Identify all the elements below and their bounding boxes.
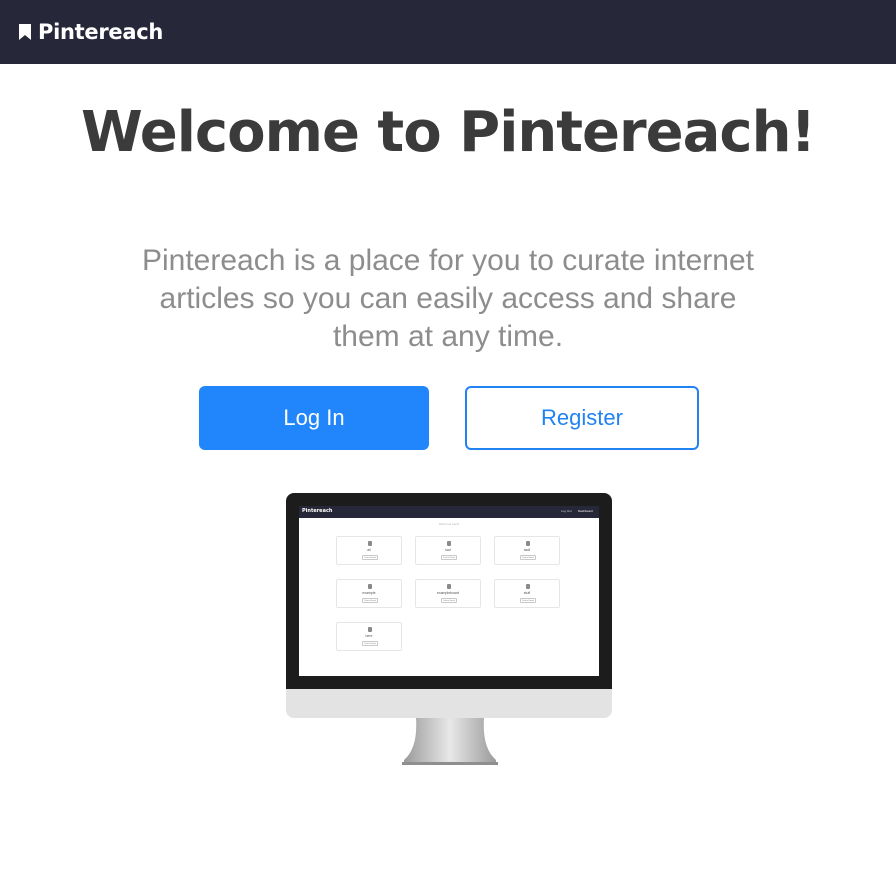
board-name: stuff: [523, 591, 531, 595]
board-name: exampleboard: [436, 591, 460, 595]
board-icon: [447, 541, 451, 546]
board-name: sad: [445, 548, 451, 552]
board-icon: [526, 541, 530, 546]
board-icon: [447, 584, 451, 589]
brand-name: Pintereach: [38, 20, 163, 44]
board-icon: [368, 627, 372, 632]
preview-board-card: example Delete Board: [336, 579, 402, 608]
board-icon: [368, 584, 372, 589]
preview-navbar: Pintereach Log Out Dashboard: [299, 506, 599, 518]
board-name: example: [362, 591, 376, 595]
top-navbar: Pintereach: [0, 0, 896, 64]
monitor-chin: [286, 689, 612, 718]
preview-board-card: sad Delete Board: [415, 536, 481, 565]
monitor-illustration: Pintereach Log Out Dashboard Welcome bac…: [286, 493, 612, 766]
delete-board-button: Delete Board: [520, 598, 536, 603]
page-title: Welcome to Pintereach!: [80, 100, 816, 165]
preview-dashboard-link: Dashboard: [578, 509, 593, 513]
page-description: Pintereach is a place for you to curate …: [141, 244, 754, 353]
brand-link[interactable]: Pintereach: [19, 18, 163, 46]
delete-board-button: Delete Board: [520, 555, 536, 560]
preview-board-card: here Delete Board: [336, 622, 402, 651]
preview-board-card: stuff Delete Board: [494, 579, 560, 608]
delete-board-button: Delete Board: [362, 641, 378, 646]
monitor-bezel: Pintereach Log Out Dashboard Welcome bac…: [286, 493, 612, 689]
preview-logout-link: Log Out: [561, 509, 572, 513]
board-icon: [526, 584, 530, 589]
delete-board-button: Delete Board: [362, 555, 378, 560]
preview-board-card: exampleboard Delete Board: [415, 579, 481, 608]
preview-board-card: asdf Delete Board: [494, 536, 560, 565]
delete-board-button: Delete Board: [362, 598, 378, 603]
bookmark-icon: [19, 24, 31, 40]
login-button[interactable]: Log In: [199, 386, 429, 450]
delete-board-button: Delete Board: [441, 555, 457, 560]
board-icon: [368, 541, 372, 546]
preview-board-card: all Delete Board: [336, 536, 402, 565]
register-button[interactable]: Register: [465, 386, 699, 450]
monitor-stand: [402, 718, 498, 765]
board-name: all: [367, 548, 371, 552]
preview-brand: Pintereach: [302, 508, 333, 514]
board-name: asdf: [523, 548, 531, 552]
delete-board-button: Delete Board: [441, 598, 457, 603]
preview-subtitle: Welcome back!: [438, 522, 460, 526]
board-name: here: [365, 634, 373, 638]
monitor-screen: Pintereach Log Out Dashboard Welcome bac…: [299, 506, 599, 676]
